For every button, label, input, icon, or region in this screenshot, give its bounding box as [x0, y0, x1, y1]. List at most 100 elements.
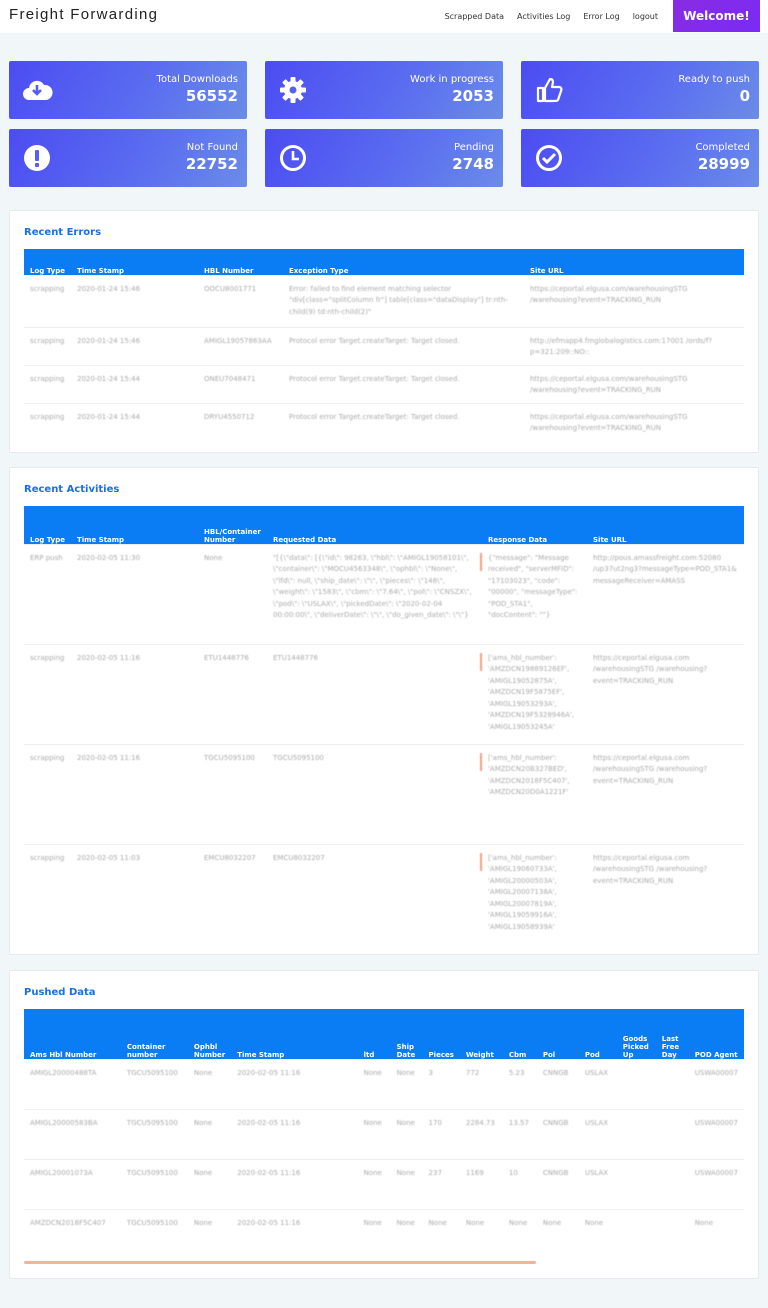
stat-label: Pending — [454, 142, 494, 153]
table-cell: USLAX — [578, 1108, 617, 1159]
nav-error-log[interactable]: Error Log — [583, 12, 619, 21]
table-cell: Error: failed to find element matching s… — [283, 274, 524, 327]
col-exception-type[interactable]: Exception Type — [283, 249, 524, 275]
table-cell: None — [422, 1208, 460, 1259]
col-requested-data[interactable]: Requested Data — [267, 506, 482, 544]
table-cell: 2020-02-05 11:30 — [71, 543, 198, 644]
recent-errors-title: Recent Errors — [24, 227, 102, 238]
cell-text: 2020-02-05 11:30 — [77, 553, 141, 562]
cell-text: None — [204, 553, 223, 562]
col-time-stamp[interactable]: Time Stamp — [71, 249, 198, 275]
table-row: scrapping 2020-02-05 11:16 TGCU5095100 TGCU… — [24, 743, 744, 844]
table-row: scrapping 2020-01-24 15:46 OOCU8001771 Erro… — [24, 274, 744, 327]
table-cell — [655, 1108, 689, 1159]
col-site-url[interactable]: Site URL — [587, 506, 744, 544]
cell-text: 2020-01-24 15:44 — [77, 412, 141, 421]
welcome-button[interactable]: Welcome! — [673, 0, 760, 32]
cell-text: ETU1448776 — [273, 653, 318, 662]
cell-text: DRYU4550712 — [204, 412, 255, 421]
nav-activities-log[interactable]: Activities Log — [517, 12, 570, 21]
table-cell: 237 — [422, 1158, 460, 1209]
nav-logout[interactable]: logout — [633, 12, 658, 21]
cell-text: USWA00007 — [694, 1068, 738, 1077]
table-cell: https://ceportal.elgusa.com/warehousingS… — [524, 402, 744, 441]
cell-text: scrapping — [30, 284, 65, 293]
table-row: scrapping 2020-01-24 15:46 AMIGL19057863AA… — [24, 326, 744, 365]
cell-text: TGCU5095100 — [273, 753, 324, 762]
col-goods-picked-up[interactable]: Goods Picked Up — [617, 1009, 656, 1059]
cell-text: 2020-02-05 11:16 — [237, 1118, 301, 1127]
col-pod[interactable]: Pod — [579, 1009, 617, 1059]
col-pieces[interactable]: Pieces — [423, 1009, 460, 1059]
cell-text: None — [396, 1168, 415, 1177]
col-site-url[interactable]: Site URL — [524, 249, 744, 275]
table-cell: None — [198, 543, 267, 644]
table-cell: Protocol error Target.createTarget: Targ… — [283, 364, 524, 403]
col-ship-date[interactable]: Ship Date — [391, 1009, 423, 1059]
cell-text: AMIGL20000583BA — [30, 1118, 98, 1127]
table-cell — [616, 1058, 656, 1109]
cell-text: ERP push — [30, 553, 63, 562]
table-cell: 2020-01-24 15:44 — [71, 364, 198, 403]
col-cbm[interactable]: Cbm — [503, 1009, 537, 1059]
clock-icon — [280, 145, 306, 171]
col-weight[interactable]: Weight — [460, 1009, 503, 1059]
cell-text: TGCU5095100 — [126, 1118, 178, 1127]
table-cell: 170 — [422, 1108, 460, 1159]
cell-text: http://pous.amassfreight.com:52080 /up37… — [593, 553, 737, 585]
stat-completed: Completed 28999 — [521, 129, 759, 187]
cell-text: None — [363, 1168, 382, 1177]
col-log-type[interactable]: Log Type — [24, 506, 71, 544]
table-cell: TGCU5095100 — [120, 1058, 188, 1109]
col-time-stamp[interactable]: Time Stamp — [71, 506, 198, 544]
cell-text: ONEU7048471 — [204, 374, 256, 383]
col-time-stamp[interactable]: Time Stamp — [231, 1009, 357, 1059]
cell-text: None — [193, 1168, 213, 1177]
table-cell: 2020-02-05 11:16 — [231, 1058, 358, 1109]
col-hbl-number[interactable]: HBL Number — [198, 249, 283, 275]
table-cell: DRYU4550712 — [198, 402, 283, 441]
col-ltd[interactable]: ltd — [358, 1009, 391, 1059]
cell-text: 2020-01-24 15:46 — [77, 336, 141, 345]
col-log-type[interactable]: Log Type — [24, 249, 71, 275]
cell-text: 2284.73 — [465, 1118, 495, 1127]
table-cell: None — [502, 1208, 537, 1259]
col-last-free-day[interactable]: Last Free Day — [656, 1009, 689, 1059]
col-hbl-container[interactable]: HBL/Container Number — [198, 506, 267, 544]
cell-text: AMIGL20001073A — [30, 1168, 93, 1177]
cell-text: scrapping — [30, 412, 65, 421]
stat-total-downloads: Total Downloads 56552 — [9, 61, 247, 119]
table-cell: AMIGL19057863AA — [198, 326, 283, 365]
nav-scrapped-data[interactable]: Scrapped Data — [445, 12, 504, 21]
table-cell: TGCU5095100 — [120, 1108, 188, 1159]
table-cell: None — [357, 1158, 391, 1209]
col-pod-agent[interactable]: POD Agent — [689, 1009, 744, 1059]
cell-text: TGCU5095100 — [126, 1168, 178, 1177]
col-pol[interactable]: Pol — [537, 1009, 579, 1059]
table-cell: AMZDCN2018F5C407 — [24, 1208, 121, 1259]
table-cell: scrapping — [24, 643, 71, 744]
col-container-number[interactable]: Container number — [121, 1009, 188, 1059]
col-ophbl-number[interactable]: Ophbl Number — [188, 1009, 231, 1059]
col-response-data[interactable]: Response Data — [482, 506, 587, 544]
cell-text: None — [396, 1118, 415, 1127]
table-cell: http://efmapp4.fmglobalogistics.com:1700… — [524, 326, 744, 365]
table-cell: 3 — [422, 1058, 460, 1109]
recent-errors-card: Recent Errors Log Type Time Stamp HBL Nu… — [9, 210, 759, 453]
recent-errors-table: Log Type Time Stamp HBL Number Exception… — [24, 249, 744, 441]
table-row: AMIGL20000583BA TGCU5095100 None 2020-02-05… — [24, 1108, 744, 1159]
cell-text: Protocol error Target.createTarget: Targ… — [289, 412, 460, 421]
table-cell: None — [459, 1208, 503, 1259]
table-cell: https://ceportal.elgusa.com/warehousingS… — [524, 364, 744, 403]
table-cell: CNNGB — [536, 1108, 579, 1159]
horizontal-scrollbar[interactable] — [24, 1261, 536, 1264]
cell-text: CNNGB — [542, 1068, 569, 1077]
col-ams-hbl-number[interactable]: Ams Hbl Number — [24, 1009, 121, 1059]
cell-text: 5.23 — [508, 1068, 525, 1077]
table-cell: scrapping — [24, 743, 71, 844]
table-cell: https://ceportal.elgusa.com/warehousingS… — [524, 274, 744, 327]
table-cell: 772 — [459, 1058, 503, 1109]
cell-text: 2020-02-05 11:16 — [237, 1218, 301, 1227]
cell-text: 2020-02-05 11:16 — [237, 1168, 301, 1177]
table-cell: USLAX — [578, 1158, 617, 1209]
